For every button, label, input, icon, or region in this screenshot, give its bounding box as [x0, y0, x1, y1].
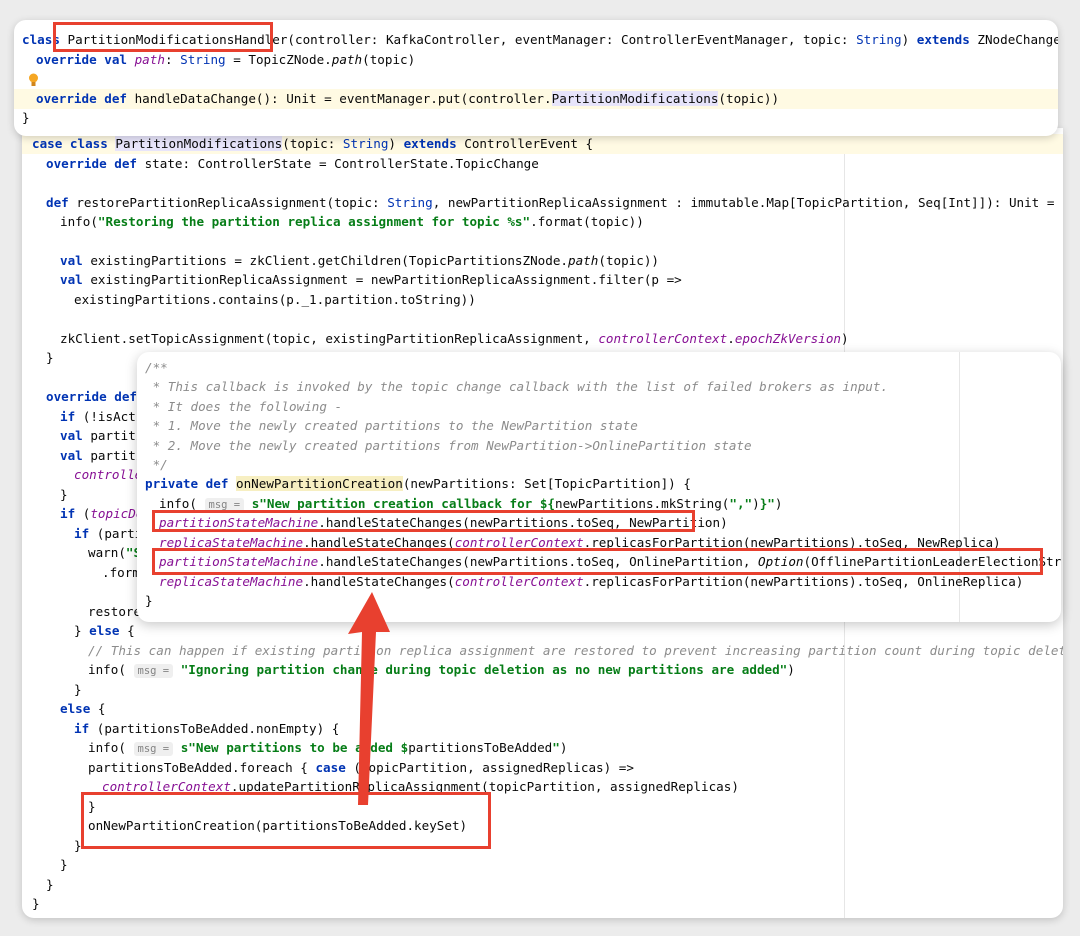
code-line[interactable]: val existingPartitions = zkClient.getChi…	[22, 251, 1063, 271]
code-line[interactable]: info( msg = "Ignoring partition change d…	[22, 660, 1063, 680]
code-line[interactable]: }	[22, 680, 1063, 700]
code-line[interactable]: }	[22, 855, 1063, 875]
code-line[interactable]: zkClient.setTopicAssignment(topic, exist…	[22, 329, 1063, 349]
annotation-box-on-new-partition-call	[81, 792, 491, 849]
code-line[interactable]: override val path: String = TopicZNode.p…	[14, 50, 1058, 70]
param-hint: msg =	[133, 664, 174, 678]
code-line[interactable]: override def state: ControllerState = Co…	[22, 154, 1063, 174]
code-line[interactable]: case class PartitionModifications(topic:…	[22, 134, 1063, 154]
code-line[interactable]: info( msg = s"New partitions to be added…	[22, 738, 1063, 758]
code-line[interactable]: if (partitionsToBeAdded.nonEmpty) {	[22, 719, 1063, 739]
code-line-current[interactable]: override def handleDataChange(): Unit = …	[14, 89, 1058, 109]
code-line[interactable]: partitionsToBeAdded.foreach { case (topi…	[22, 758, 1063, 778]
doc-comment-line: * It does the following -	[145, 399, 343, 414]
doc-comment-line: * This callback is invoked by the topic …	[145, 379, 889, 394]
lightbulb-icon[interactable]	[28, 73, 39, 88]
quick-definition-popup: /** * This callback is invoked by the to…	[137, 352, 1061, 622]
code-line[interactable]: }	[22, 875, 1063, 895]
code-line[interactable]: info("Restoring the partition replica as…	[22, 212, 1063, 232]
doc-comment-line: */	[145, 457, 168, 472]
annotation-box-online-partition	[152, 548, 1043, 575]
doc-comment-line: /**	[145, 360, 168, 375]
doc-comment-line: * 1. Move the newly created partitions t…	[145, 418, 638, 433]
code-line[interactable]: }	[137, 591, 1061, 611]
code-line[interactable]: val existingPartitionReplicaAssignment =…	[22, 270, 1063, 290]
code-line[interactable]: }	[22, 894, 1063, 914]
code-line[interactable]: private def onNewPartitionCreation(newPa…	[137, 474, 1061, 494]
code-line[interactable]: def restorePartitionReplicaAssignment(to…	[22, 193, 1063, 213]
code-line[interactable]: }	[14, 108, 1058, 128]
code-comment-line[interactable]: // This can happen if existing partition…	[22, 641, 1063, 661]
annotation-arrow	[348, 592, 390, 805]
annotation-box-new-partition	[152, 510, 695, 532]
doc-comment-line: * 2. Move the newly created partitions f…	[145, 438, 752, 453]
code-line[interactable]: else {	[22, 699, 1063, 719]
code-line[interactable]: existingPartitions.contains(p._1.partiti…	[22, 290, 1063, 310]
param-hint: msg =	[133, 742, 174, 756]
code-line[interactable]: } else {	[22, 621, 1063, 641]
annotation-box-handler-class	[53, 22, 273, 52]
